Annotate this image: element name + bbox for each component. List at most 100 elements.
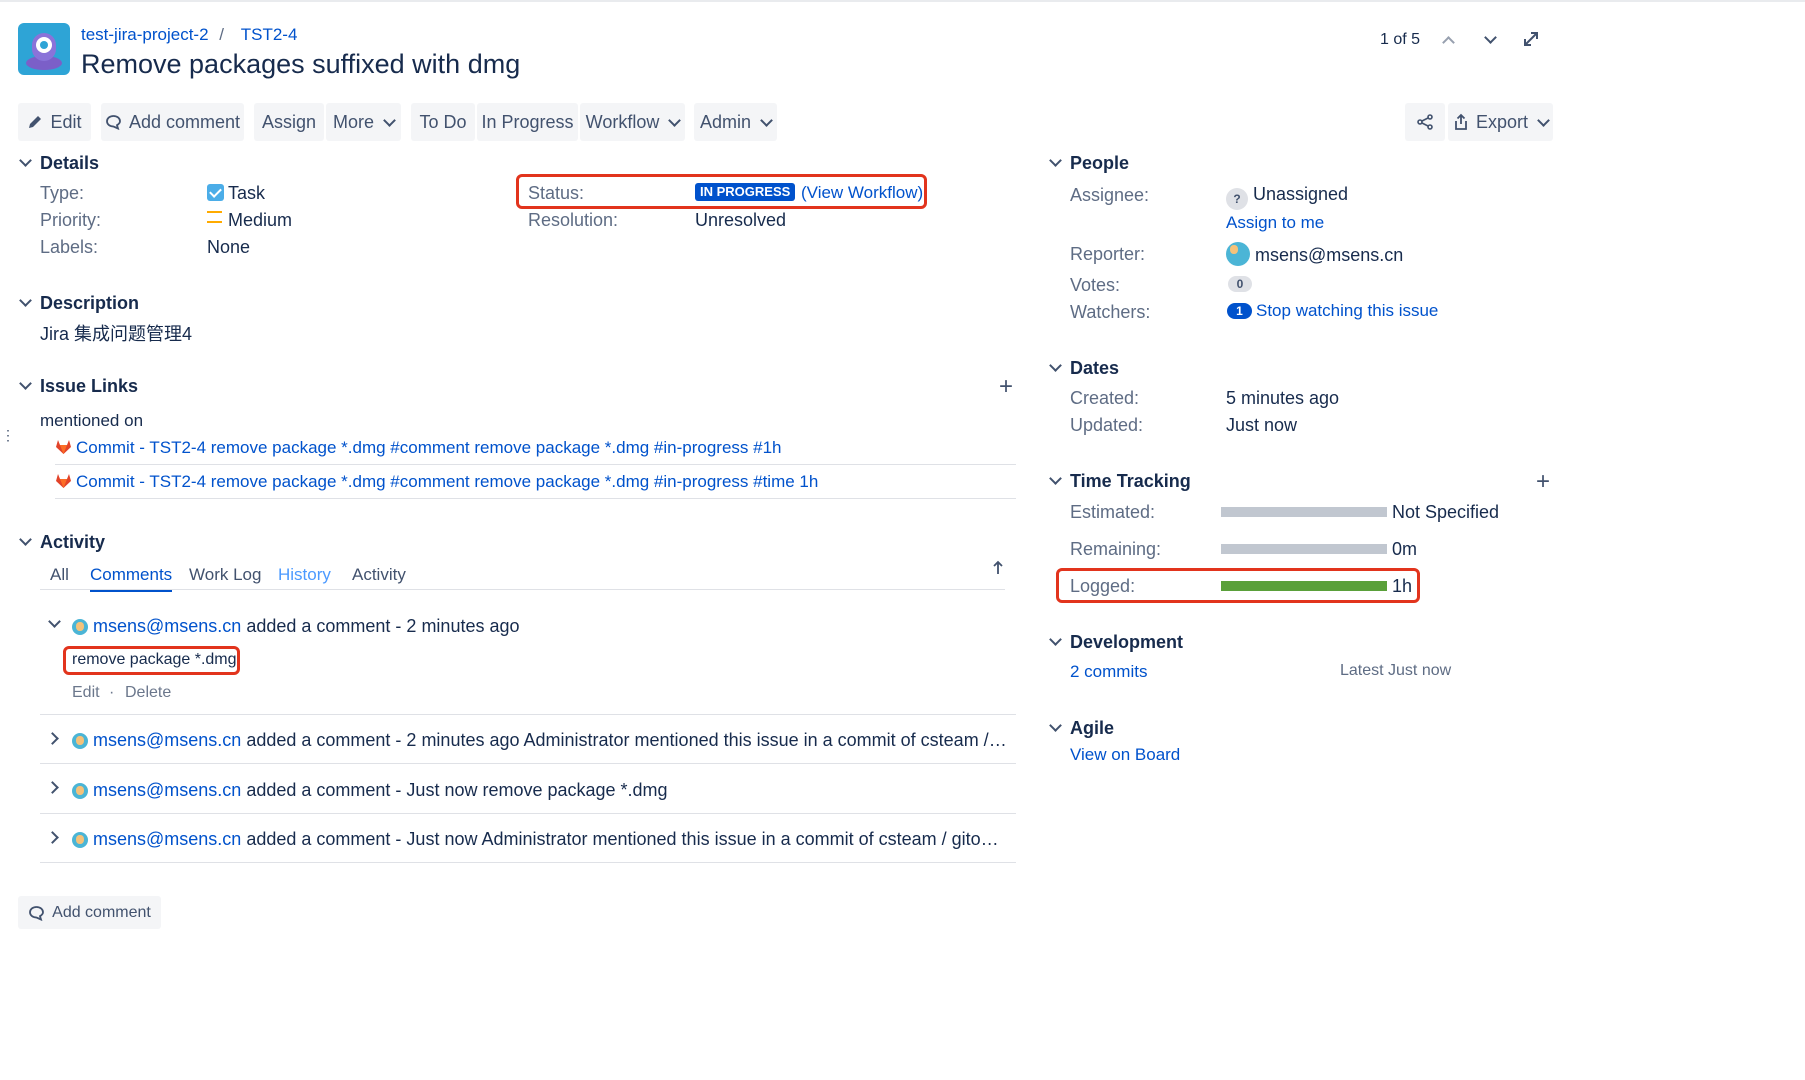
- link-item-text[interactable]: Commit - TST2-4 remove package *.dmg #co…: [76, 438, 782, 457]
- description-text: Jira 集成问题管理4: [40, 324, 193, 344]
- next-issue-icon[interactable]: [1484, 31, 1497, 44]
- assign-button[interactable]: Assign: [254, 103, 324, 141]
- export-button[interactable]: Export: [1448, 103, 1553, 141]
- add-comment-button[interactable]: Add comment: [101, 103, 244, 141]
- assignee-value: ? Unassigned: [1226, 184, 1348, 210]
- breadcrumb-issue-key-link[interactable]: TST2-4: [241, 25, 298, 44]
- commits-link[interactable]: 2 commits: [1070, 662, 1147, 682]
- comment-delete-link[interactable]: Delete: [125, 684, 171, 702]
- admin-button[interactable]: Admin: [694, 103, 777, 141]
- comment-header: msens@msens.cn added a comment - 2 minut…: [72, 616, 1012, 637]
- comment-author-link[interactable]: msens@msens.cn: [93, 616, 241, 636]
- breadcrumb-project-link[interactable]: test-jira-project-2: [81, 25, 209, 44]
- gitlab-icon: [56, 440, 71, 454]
- comment-meta: added a comment - 2 minutes ago Administ…: [246, 730, 1007, 750]
- tab-work-log[interactable]: Work Log: [189, 565, 261, 585]
- time-tracking-collapse-icon[interactable]: [1049, 472, 1062, 485]
- link-item[interactable]: Commit - TST2-4 remove package *.dmg #co…: [55, 438, 782, 458]
- drag-handle-icon[interactable]: ⋮: [1, 428, 15, 442]
- expand-comment-icon[interactable]: [46, 732, 59, 745]
- status-badge: IN PROGRESS: [695, 183, 796, 201]
- development-collapse-icon[interactable]: [1049, 633, 1062, 646]
- details-collapse-icon[interactable]: [19, 154, 32, 167]
- edit-button[interactable]: Edit: [18, 103, 91, 141]
- to-do-button[interactable]: To Do: [411, 103, 475, 141]
- tab-activity[interactable]: Activity: [352, 565, 406, 585]
- comment-author-link[interactable]: msens@msens.cn: [93, 780, 241, 800]
- project-avatar-icon[interactable]: [18, 23, 70, 75]
- expand-icon[interactable]: [1522, 30, 1540, 48]
- issue-pager-count: 1 of 5: [1380, 31, 1421, 48]
- tab-comments[interactable]: Comments: [90, 565, 173, 592]
- people-heading[interactable]: People: [1070, 153, 1129, 174]
- in-progress-button[interactable]: In Progress: [477, 103, 578, 141]
- previous-issue-icon[interactable]: [1442, 36, 1455, 49]
- link-item-text[interactable]: Commit - TST2-4 remove package *.dmg #co…: [76, 472, 818, 491]
- stop-watching-link[interactable]: Stop watching this issue: [1256, 301, 1438, 321]
- remaining-label: Remaining:: [1070, 539, 1162, 559]
- view-on-board-link[interactable]: View on Board: [1070, 745, 1180, 765]
- bottom-add-comment-button[interactable]: Add comment: [18, 896, 161, 929]
- tab-history[interactable]: History: [278, 565, 331, 585]
- type-value-text: Task: [228, 183, 266, 203]
- remaining-bar: [1221, 544, 1387, 554]
- updated-value: Just now: [1226, 415, 1298, 435]
- time-tracking-heading[interactable]: Time Tracking: [1070, 471, 1191, 492]
- comment-author-link[interactable]: msens@msens.cn: [93, 730, 241, 750]
- logged-label: Logged:: [1070, 576, 1136, 596]
- add-issue-link-icon[interactable]: +: [999, 375, 1013, 399]
- logged-bar: [1221, 581, 1387, 591]
- breadcrumb-separator: /: [219, 25, 225, 44]
- dates-collapse-icon[interactable]: [1049, 359, 1062, 372]
- gitlab-icon: [56, 474, 71, 488]
- more-button[interactable]: More: [326, 103, 401, 141]
- medium-priority-icon: [207, 211, 222, 223]
- comment-meta: added a comment - Just now remove packag…: [246, 780, 668, 800]
- details-heading[interactable]: Details: [40, 153, 99, 174]
- resolution-value: Unresolved: [695, 210, 787, 230]
- comment-edit-link[interactable]: Edit: [72, 684, 100, 702]
- tab-all[interactable]: All: [50, 565, 69, 585]
- assign-to-me-link[interactable]: Assign to me: [1226, 213, 1324, 233]
- comment-author-link[interactable]: msens@msens.cn: [93, 829, 241, 849]
- expand-comment-icon[interactable]: [46, 831, 59, 844]
- activity-heading[interactable]: Activity: [40, 532, 105, 553]
- export-button-label: Export: [1475, 111, 1529, 132]
- reporter-value: msens@msens.cn: [1226, 242, 1403, 266]
- chevron-down-icon: [1537, 113, 1550, 127]
- development-heading[interactable]: Development: [1070, 632, 1183, 653]
- workflow-button-label: Workflow: [585, 111, 660, 132]
- add-time-icon[interactable]: +: [1536, 470, 1550, 494]
- issue-links-heading[interactable]: Issue Links: [40, 376, 138, 397]
- agile-heading[interactable]: Agile: [1070, 718, 1114, 739]
- agile-collapse-icon[interactable]: [1049, 719, 1062, 732]
- workflow-button[interactable]: Workflow: [580, 103, 685, 141]
- collapse-comment-icon[interactable]: [48, 615, 61, 628]
- comment-action-separator: ·: [109, 684, 115, 701]
- created-label: Created:: [1070, 388, 1140, 408]
- description-collapse-icon[interactable]: [19, 294, 32, 307]
- comment-divider: [40, 763, 1016, 764]
- assignee-label: Assignee:: [1070, 185, 1150, 205]
- share-button[interactable]: [1405, 103, 1445, 141]
- votes-badge[interactable]: 0: [1228, 276, 1252, 292]
- watchers-badge[interactable]: 1: [1227, 303, 1252, 319]
- sort-order-icon[interactable]: [991, 560, 1005, 581]
- comment-icon: [106, 115, 121, 130]
- chevron-down-icon: [383, 113, 396, 127]
- comment-divider: [40, 862, 1016, 863]
- comment-divider: [40, 714, 1016, 715]
- people-collapse-icon[interactable]: [1049, 154, 1062, 167]
- link-divider: [55, 464, 1016, 465]
- issue-links-collapse-icon[interactable]: [19, 377, 32, 390]
- expand-comment-icon[interactable]: [46, 781, 59, 794]
- tabs-divider: [40, 589, 1005, 590]
- description-heading[interactable]: Description: [40, 293, 139, 314]
- comment-summary: msens@msens.cn added a comment - Just no…: [72, 829, 1007, 850]
- priority-value-text: Medium: [228, 210, 293, 230]
- link-item[interactable]: Commit - TST2-4 remove package *.dmg #co…: [55, 472, 818, 492]
- view-workflow-link[interactable]: (View Workflow): [801, 183, 923, 203]
- dates-heading[interactable]: Dates: [1070, 358, 1119, 379]
- activity-collapse-icon[interactable]: [19, 533, 32, 546]
- assignee-value-text: Unassigned: [1253, 184, 1349, 204]
